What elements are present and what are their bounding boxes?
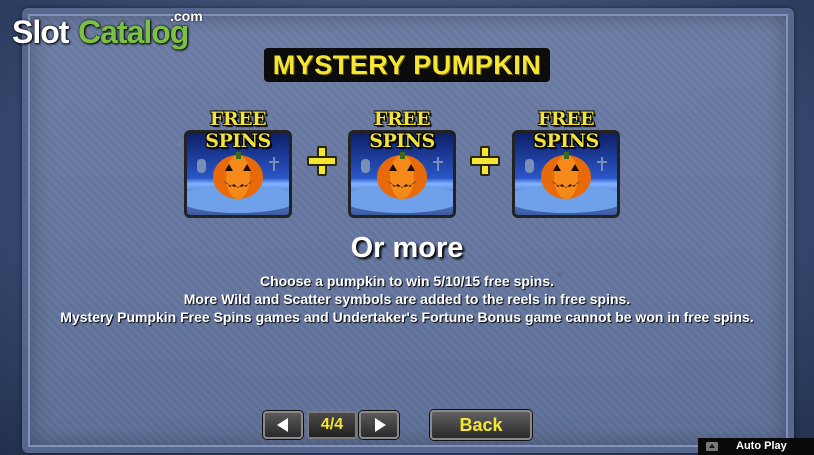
title-box: MYSTERY PUMPKIN	[264, 48, 550, 82]
free-spins-label: FREE SPINS	[533, 108, 599, 152]
arrow-right-icon	[375, 418, 386, 432]
free-spins-label: FREE SPINS	[369, 108, 435, 152]
logo-slot-text: Slot	[12, 14, 69, 50]
slotcatalog-logo: Slot Catalog .com	[12, 8, 212, 54]
auto-play-label: Auto Play	[736, 440, 787, 452]
description-line-3: Mystery Pumpkin Free Spins games and Und…	[60, 309, 754, 325]
free-spins-label: FREE SPINS	[205, 108, 271, 152]
next-page-button[interactable]	[359, 411, 399, 439]
back-button[interactable]: Back	[430, 410, 532, 440]
prev-page-button[interactable]	[263, 411, 303, 439]
auto-play-button[interactable]: Auto Play	[698, 438, 814, 455]
logo-com-text: .com	[170, 8, 203, 24]
free-spins-symbol-1: FREE SPINS	[182, 108, 294, 218]
description: Choose a pumpkin to win 5/10/15 free spi…	[60, 272, 754, 326]
free-spins-symbol-2: FREE SPINS	[346, 108, 458, 218]
chevron-up-icon	[706, 442, 718, 451]
arrow-left-icon	[277, 418, 288, 432]
or-more-heading: Or more	[350, 232, 464, 264]
plus-icon	[307, 146, 337, 176]
plus-icon	[470, 146, 500, 176]
page-indicator: 4/4	[307, 411, 357, 439]
description-line-1: Choose a pumpkin to win 5/10/15 free spi…	[259, 273, 555, 289]
description-line-2: More Wild and Scatter symbols are added …	[183, 291, 631, 307]
page-title: MYSTERY PUMPKIN	[272, 49, 542, 80]
free-spins-symbol-3: FREE SPINS	[510, 108, 622, 218]
